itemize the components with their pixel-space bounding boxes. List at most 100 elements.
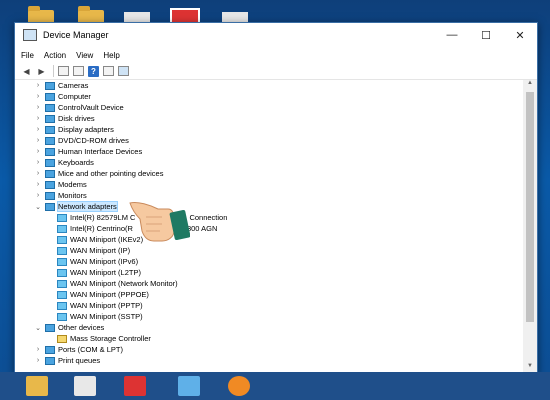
- tree-item[interactable]: › Monitors: [15, 190, 523, 201]
- tree-item[interactable]: › Display adapters: [15, 124, 523, 135]
- tree-item[interactable]: WAN Miniport (PPPOE): [15, 289, 523, 300]
- tree-item-label: Modems: [58, 180, 87, 189]
- tree-item[interactable]: ⌄ Network adapters: [15, 201, 523, 212]
- tree-item-label: WAN Miniport (L2TP): [70, 268, 141, 277]
- tree-item[interactable]: WAN Miniport (IPv6): [15, 256, 523, 267]
- computer-icon[interactable]: [178, 376, 200, 396]
- device-category-icon: [45, 92, 55, 101]
- tree-item[interactable]: WAN Miniport (IP): [15, 245, 523, 256]
- tree-item[interactable]: › DVD/CD-ROM drives: [15, 135, 523, 146]
- tree-item[interactable]: › Computer: [15, 91, 523, 102]
- tree-item-label: Monitors: [58, 191, 87, 200]
- chevron-right-icon[interactable]: ›: [33, 137, 43, 144]
- tree-item-label: Other devices: [58, 323, 105, 332]
- chevron-right-icon[interactable]: ›: [33, 346, 43, 353]
- device-category-icon: [45, 81, 55, 90]
- tree-item-label: Network adapters: [57, 201, 118, 212]
- chevron-down-icon[interactable]: ⌄: [33, 324, 43, 332]
- network-adapter-icon: [57, 268, 67, 277]
- device-category-icon: [45, 158, 55, 167]
- tree-item-label: WAN Miniport (PPTP): [70, 301, 143, 310]
- tree-item-label: WAN Miniport (SSTP): [70, 312, 143, 321]
- toolbar-separator: [53, 65, 54, 77]
- chevron-right-icon[interactable]: ›: [33, 126, 43, 133]
- network-adapter-icon: [57, 224, 67, 233]
- tree-item-label: Ports (COM & LPT): [58, 345, 124, 354]
- tree-item[interactable]: WAN Miniport (IKEv2): [15, 234, 523, 245]
- device-manager-window: Device Manager — ☐ ✕ File Action View He…: [14, 22, 538, 374]
- minimize-button[interactable]: —: [435, 23, 469, 47]
- chevron-right-icon[interactable]: ›: [33, 181, 43, 188]
- chevron-right-icon[interactable]: ›: [33, 148, 43, 155]
- tree-item[interactable]: › Cameras: [15, 80, 523, 91]
- tree-item[interactable]: Mass Storage Controller: [15, 333, 523, 344]
- tree-item-label: Print queues: [58, 356, 101, 365]
- tree-item[interactable]: › Keyboards: [15, 157, 523, 168]
- tree-item[interactable]: Intel(R) Centrino(R 300 AGN: [15, 223, 523, 234]
- scrollbar-thumb[interactable]: [526, 92, 534, 322]
- tree-item-label: Mice and other pointing devices: [58, 169, 164, 178]
- menu-view[interactable]: View: [76, 51, 93, 60]
- tree-item[interactable]: › Mice and other pointing devices: [15, 168, 523, 179]
- device-category-icon: [45, 169, 55, 178]
- view-icon[interactable]: [73, 66, 84, 77]
- menu-action[interactable]: Action: [44, 51, 66, 60]
- network-adapter-icon: [57, 213, 67, 222]
- device-category-icon: [45, 356, 55, 365]
- forward-icon[interactable]: ▶: [36, 66, 47, 77]
- pointing-hand-icon: [129, 202, 190, 242]
- network-adapter-icon: [57, 312, 67, 321]
- tree-item-label: Mass Storage Controller: [70, 334, 151, 343]
- chevron-right-icon[interactable]: ›: [33, 192, 43, 199]
- tree-item[interactable]: › Print queues: [15, 355, 523, 366]
- chevron-right-icon[interactable]: ›: [33, 170, 43, 177]
- tree-item[interactable]: › Human Interface Devices: [15, 146, 523, 157]
- scan-hardware-icon[interactable]: [118, 66, 129, 77]
- back-icon[interactable]: ◀: [21, 66, 32, 77]
- tree-item[interactable]: Intel(R) 82579LM C Connection: [15, 212, 523, 223]
- device-category-icon: [45, 202, 55, 211]
- taskbar-app-icon[interactable]: [74, 376, 96, 396]
- tree-item[interactable]: WAN Miniport (PPTP): [15, 300, 523, 311]
- tree-item-label: Human Interface Devices: [58, 147, 143, 156]
- device-category-icon: [45, 125, 55, 134]
- device-category-icon: [45, 114, 55, 123]
- help-icon[interactable]: ?: [88, 65, 99, 77]
- tree-item-label: DVD/CD-ROM drives: [58, 136, 129, 145]
- tree-item[interactable]: WAN Miniport (Network Monitor): [15, 278, 523, 289]
- properties-icon[interactable]: [58, 66, 69, 77]
- tree-item[interactable]: WAN Miniport (L2TP): [15, 267, 523, 278]
- update-driver-icon[interactable]: [103, 66, 114, 77]
- network-adapter-icon: [57, 246, 67, 255]
- chevron-right-icon[interactable]: ›: [33, 115, 43, 122]
- device-category-icon: [45, 103, 55, 112]
- chevron-down-icon[interactable]: ⌄: [33, 203, 43, 211]
- tree-item[interactable]: › Ports (COM & LPT): [15, 344, 523, 355]
- browser-icon[interactable]: [228, 376, 250, 396]
- scroll-up-icon[interactable]: ▲: [523, 80, 537, 90]
- maximize-button[interactable]: ☐: [469, 23, 503, 47]
- title-bar: Device Manager — ☐ ✕: [15, 23, 537, 47]
- network-adapter-icon: [57, 235, 67, 244]
- menu-help[interactable]: Help: [103, 51, 119, 60]
- device-category-icon: [45, 345, 55, 354]
- close-button[interactable]: ✕: [503, 23, 537, 47]
- tree-item[interactable]: › Modems: [15, 179, 523, 190]
- chevron-right-icon[interactable]: ›: [33, 82, 43, 89]
- file-explorer-icon[interactable]: [26, 376, 48, 396]
- tree-item[interactable]: ⌄ Other devices: [15, 322, 523, 333]
- tree-item-label: Intel(R) 82579LM C: [70, 213, 136, 222]
- vertical-scrollbar[interactable]: ▲ ▼: [523, 80, 537, 373]
- tree-item[interactable]: › ControlVault Device: [15, 102, 523, 113]
- window-title: Device Manager: [43, 30, 109, 40]
- tree-item[interactable]: › Disk drives: [15, 113, 523, 124]
- chevron-right-icon[interactable]: ›: [33, 357, 43, 364]
- device-tree: › Cameras › Computer › ControlVault Device › Di…: [15, 80, 523, 373]
- menu-file[interactable]: File: [21, 51, 34, 60]
- tree-item-label: Cameras: [58, 81, 89, 90]
- game-app-icon[interactable]: [124, 376, 146, 396]
- chevron-right-icon[interactable]: ›: [33, 104, 43, 111]
- chevron-right-icon[interactable]: ›: [33, 93, 43, 100]
- tree-item[interactable]: WAN Miniport (SSTP): [15, 311, 523, 322]
- chevron-right-icon[interactable]: ›: [33, 159, 43, 166]
